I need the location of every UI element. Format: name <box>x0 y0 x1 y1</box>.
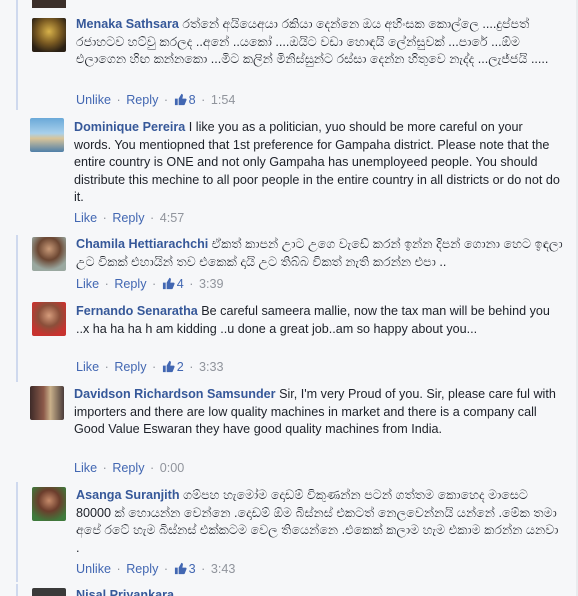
comment-body: Menaka Sathsara රත්නේ අයියෙඅයා රකියා දෙන… <box>76 16 564 69</box>
comment-actions: Unlike · Reply · 8 · 1:54 <box>76 93 236 107</box>
comment-author-link[interactable]: Asanga Suranjith <box>76 488 180 502</box>
comment-item: Dominique Pereira I like you as a politi… <box>16 110 578 235</box>
avatar[interactable] <box>32 0 66 8</box>
comment-author-link[interactable]: Menaka Sathsara <box>76 17 179 31</box>
comment-actions: Like · Reply · 0:00 <box>74 461 185 475</box>
unlike-button[interactable]: Unlike <box>76 562 111 576</box>
reaction-count[interactable]: 2 <box>162 360 184 374</box>
avatar[interactable] <box>32 302 66 336</box>
comment-actions: Like · Reply · 4:57 <box>74 211 185 225</box>
like-button[interactable]: Like <box>74 461 97 475</box>
avatar[interactable] <box>32 588 66 596</box>
like-count: 2 <box>176 360 184 374</box>
avatar[interactable] <box>30 386 64 420</box>
comment-body: Asanga Suranjith ගම්පහ හැමෝම දොඩම් විකුණ… <box>76 487 564 557</box>
avatar[interactable] <box>30 118 64 152</box>
avatar[interactable] <box>32 487 66 521</box>
reaction-count[interactable]: 3 <box>174 562 196 576</box>
comment-actions: Like · Reply · 2 · 3:33 <box>76 360 224 374</box>
comment-timestamp[interactable]: 3:43 <box>211 562 236 576</box>
comment-author-link[interactable]: Nisal Priyankara <box>76 588 174 596</box>
comment-actions: Unlike · Reply · 3 · 3:43 <box>76 562 236 576</box>
reply-button[interactable]: Reply <box>114 360 146 374</box>
comment-item: Nisal Priyankara <box>16 584 578 596</box>
comment-timestamp[interactable]: 1:54 <box>211 93 236 107</box>
reaction-count[interactable]: 8 <box>174 93 196 107</box>
comment-author-link[interactable]: Dominique Pereira <box>74 120 185 134</box>
reaction-count[interactable]: 4 <box>162 277 184 291</box>
reply-button[interactable]: Reply <box>112 211 144 225</box>
thumbs-up-icon <box>162 277 175 290</box>
comment-body: Fernando Senaratha Be careful sameera ma… <box>76 303 564 338</box>
comment-body: Chamila Hettiarachchi ඒකත් කාපන් උාට උගෙ… <box>76 236 564 271</box>
previous-comment-edge <box>16 0 578 10</box>
unlike-button[interactable]: Unlike <box>76 93 111 107</box>
comment-item: Davidson Richardson Samsunder Sir, I'm v… <box>16 382 578 482</box>
comment-timestamp[interactable]: 3:39 <box>199 277 224 291</box>
comment-item: Menaka Sathsara රත්නේ අයියෙඅයා රකියා දෙන… <box>16 10 578 110</box>
comment-author-link[interactable]: Fernando Senaratha <box>76 304 198 318</box>
comment-item: Chamila Hettiarachchi ඒකත් කාපන් උාට උගෙ… <box>16 235 578 302</box>
comment-timestamp[interactable]: 0:00 <box>160 461 185 475</box>
reply-button[interactable]: Reply <box>114 277 146 291</box>
comment-item: Asanga Suranjith ගම්පහ හැමෝම දොඩම් විකුණ… <box>16 482 578 582</box>
thumbs-up-icon <box>174 562 187 575</box>
comment-body: Nisal Priyankara <box>76 587 564 596</box>
like-button[interactable]: Like <box>76 360 99 374</box>
comment-item: Fernando Senaratha Be careful sameera ma… <box>16 302 578 382</box>
comment-timestamp[interactable]: 4:57 <box>160 211 185 225</box>
thumbs-up-icon <box>174 93 187 106</box>
avatar[interactable] <box>32 237 66 271</box>
comment-feed: Menaka Sathsara රත්නේ අයියෙඅයා රකියා දෙන… <box>0 0 578 596</box>
comment-body: Davidson Richardson Samsunder Sir, I'm v… <box>74 386 562 439</box>
comment-actions: Like · Reply · 4 · 3:39 <box>76 277 224 291</box>
reply-button[interactable]: Reply <box>112 461 144 475</box>
comment-timestamp[interactable]: 3:33 <box>199 360 224 374</box>
avatar[interactable] <box>32 18 66 52</box>
reply-button[interactable]: Reply <box>126 93 158 107</box>
comment-author-link[interactable]: Davidson Richardson Samsunder <box>74 387 276 401</box>
like-button[interactable]: Like <box>74 211 97 225</box>
like-count: 3 <box>188 562 196 576</box>
like-count: 4 <box>176 277 184 291</box>
comment-author-link[interactable]: Chamila Hettiarachchi <box>76 237 208 251</box>
like-count: 8 <box>188 93 196 107</box>
like-button[interactable]: Like <box>76 277 99 291</box>
thumbs-up-icon <box>162 360 175 373</box>
reply-button[interactable]: Reply <box>126 562 158 576</box>
comment-body: Dominique Pereira I like you as a politi… <box>74 119 562 207</box>
